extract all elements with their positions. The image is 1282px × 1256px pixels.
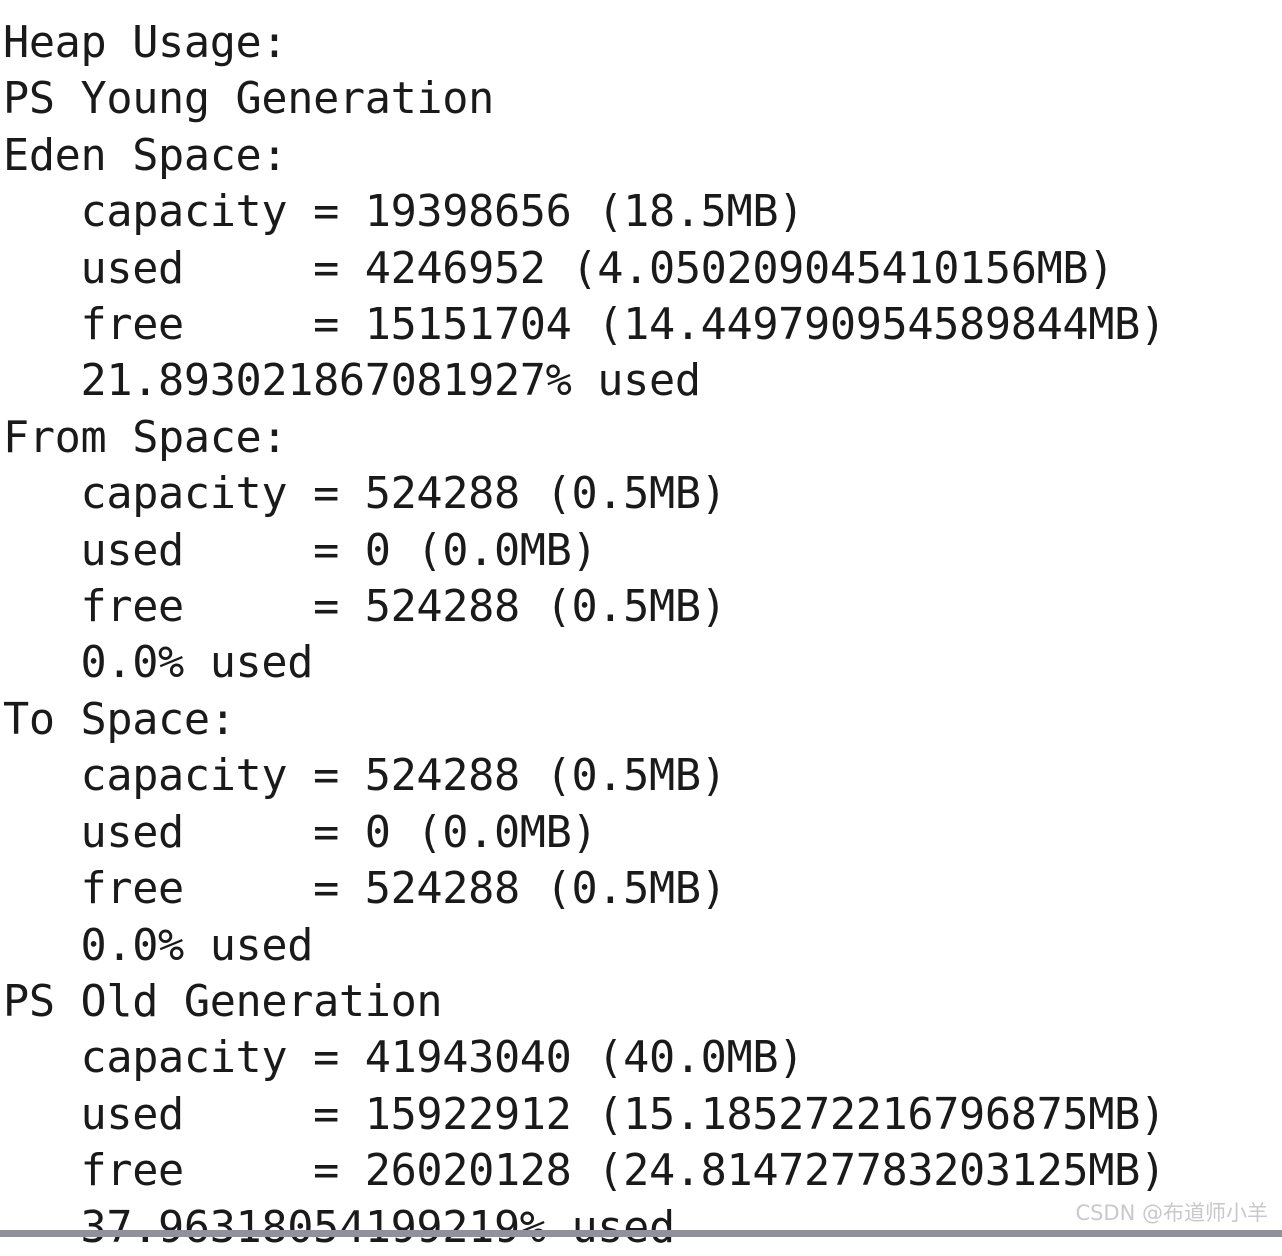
used-line: used = 4246952 (4.050209045410156MB) — [3, 243, 1115, 294]
free-line: free = 524288 (0.5MB) — [3, 582, 727, 633]
free-line: free = 26020128 (24.814727783203125MB) — [3, 1146, 1167, 1197]
capacity-line: capacity = 524288 (0.5MB) — [3, 469, 727, 520]
section-header: PS Old Generation — [3, 976, 443, 1027]
used-line: used = 0 (0.0MB) — [3, 525, 598, 576]
csdn-watermark: CSDN @布道师小羊 — [1075, 1201, 1268, 1225]
capacity-line: capacity = 41943040 (40.0MB) — [3, 1033, 805, 1084]
section-header: PS Young Generation — [3, 74, 494, 125]
heap-usage-title: Heap Usage: — [3, 18, 288, 68]
used-line: used = 15922912 (15.185272216796875MB) — [3, 1089, 1167, 1140]
percent-used-line: 0.0% used — [3, 920, 314, 971]
capacity-line: capacity = 524288 (0.5MB) — [3, 751, 727, 802]
section-header: Eden Space: — [3, 130, 288, 181]
section-header: To Space: — [3, 694, 236, 745]
free-line: free = 15151704 (14.449790954589844MB) — [3, 300, 1167, 351]
capacity-line: capacity = 19398656 (18.5MB) — [3, 187, 805, 238]
percent-used-line: 0.0% used — [3, 638, 314, 689]
free-line: free = 524288 (0.5MB) — [3, 864, 727, 915]
percent-used-line: 21.893021867081927% used — [3, 356, 702, 407]
section-header: From Space: — [3, 412, 288, 463]
bottom-edge-band — [0, 1230, 1282, 1237]
used-line: used = 0 (0.0MB) — [3, 807, 598, 858]
terminal-output: Heap Usage: PS Young Generation Eden Space… — [0, 13, 1282, 1253]
